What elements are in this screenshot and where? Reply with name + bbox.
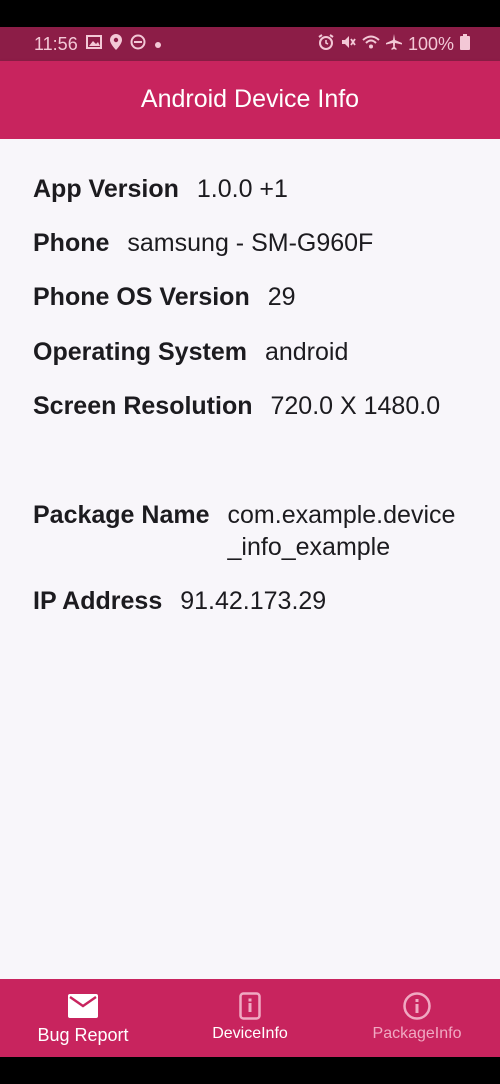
airplane-icon [385, 34, 402, 55]
mute-icon [340, 34, 356, 55]
info-row-screen-resolution: Screen Resolution 720.0 X 1480.0 [33, 390, 470, 422]
phone-screen: 11:56 100% Android Device Info App Versi… [0, 0, 500, 1084]
battery-icon [460, 34, 470, 55]
info-row-package-name: Package Name com.example.device_info_exa… [33, 499, 470, 563]
dot-icon [154, 36, 162, 54]
info-icon [403, 992, 431, 1020]
status-time: 11:56 [34, 34, 78, 54]
nav-label-device-info: DeviceInfo [212, 1025, 288, 1042]
status-right: 100% [318, 34, 470, 55]
info-row-phone: Phone samsung - SM-G960F [33, 227, 470, 259]
screen-resolution-label: Screen Resolution [33, 392, 253, 420]
status-left: 11:56 [34, 34, 162, 55]
app-version-value: 1.0.0 +1 [196, 175, 288, 203]
ip-address-value: 91.42.173.29 [180, 587, 327, 615]
phone-icon [239, 992, 261, 1020]
info-row-operating-system: Operating System android [33, 336, 470, 368]
alarm-icon [318, 34, 334, 55]
ip-address-label: IP Address [33, 587, 163, 615]
phone-value: samsung - SM-G960F [127, 229, 374, 257]
os-version-value: 29 [267, 283, 296, 311]
status-bar: 11:56 100% [0, 27, 500, 61]
image-icon [85, 35, 102, 54]
dnd-icon [130, 34, 146, 55]
app-version-label: App Version [33, 175, 179, 203]
app-bar: Android Device Info [0, 61, 500, 139]
nav-item-package-info[interactable]: PackageInfo [334, 979, 500, 1057]
info-row-os-version: Phone OS Version 29 [33, 281, 470, 313]
battery-percent: 100% [407, 34, 454, 54]
bottom-navigation: Bug Report DeviceInfo PackageInfo [0, 979, 500, 1057]
app-bar-title: Android Device Info [140, 85, 360, 113]
wifi-icon [362, 35, 380, 54]
device-info-content: App Version 1.0.0 +1 Phone samsung - SM-… [0, 139, 500, 979]
location-icon [109, 34, 122, 55]
nav-label-bug-report: Bug Report [37, 1025, 129, 1045]
os-version-label: Phone OS Version [33, 283, 250, 311]
nav-item-device-info[interactable]: DeviceInfo [167, 979, 333, 1057]
mail-icon [68, 993, 98, 1019]
info-row-ip-address: IP Address 91.42.173.29 [33, 585, 470, 617]
info-row-app-version: App Version 1.0.0 +1 [33, 173, 470, 205]
operating-system-label: Operating System [33, 338, 247, 366]
nav-item-bug-report[interactable]: Bug Report [0, 979, 166, 1057]
package-name-label: Package Name [33, 501, 210, 529]
nav-label-package-info: PackageInfo [372, 1025, 462, 1042]
package-name-value: com.example.device_info_example [227, 501, 456, 561]
operating-system-value: android [264, 338, 349, 366]
phone-label: Phone [33, 229, 110, 257]
screen-resolution-value: 720.0 X 1480.0 [270, 392, 441, 420]
